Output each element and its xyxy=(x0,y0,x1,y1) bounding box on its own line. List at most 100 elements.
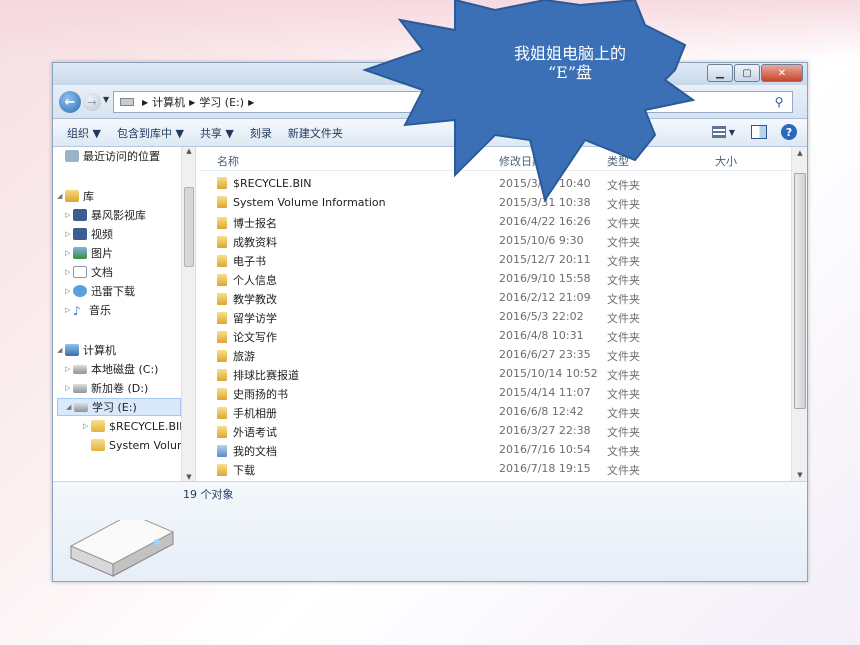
organize-button[interactable]: 组织 ▼ xyxy=(67,125,101,141)
collapse-icon[interactable]: ▷ xyxy=(65,268,73,276)
file-name-text: 我的文档 xyxy=(233,445,277,458)
file-date: 2016/9/10 15:58 xyxy=(499,272,591,285)
new-folder-button[interactable]: 新建文件夹 xyxy=(288,125,343,141)
file-name[interactable]: 成教资料 xyxy=(217,234,277,250)
burn-button[interactable]: 刻录 xyxy=(250,125,272,141)
history-dropdown-icon[interactable]: ▼ xyxy=(103,95,109,104)
file-name[interactable]: 外语考试 xyxy=(217,424,277,440)
file-name[interactable]: 我的文档 xyxy=(217,443,277,459)
file-name[interactable]: 手机相册 xyxy=(217,405,277,421)
music-icon: ♪ xyxy=(73,304,81,318)
file-type: 文件夹 xyxy=(607,312,640,325)
file-name-text: 旅游 xyxy=(233,350,255,363)
include-library-button[interactable]: 包含到库中 ▼ xyxy=(117,125,184,141)
file-name-text: 成教资料 xyxy=(233,236,277,249)
file-scrollbar[interactable]: ▲ ▼ xyxy=(791,147,807,481)
file-date: 2016/3/27 22:38 xyxy=(499,424,591,437)
column-name[interactable]: 名称 xyxy=(217,153,239,169)
file-name[interactable]: 下载 xyxy=(217,462,255,478)
collapse-icon[interactable]: ▷ xyxy=(65,211,73,219)
hard-drive-icon xyxy=(74,402,88,412)
file-row[interactable]: 手机相册 2016/6/8 12:42 文件夹 xyxy=(199,403,791,422)
folder-icon xyxy=(217,274,227,286)
hard-drive-icon xyxy=(73,383,87,393)
scroll-up-icon[interactable]: ▲ xyxy=(184,147,194,155)
folder-icon xyxy=(217,293,227,305)
file-name[interactable]: 留学访学 xyxy=(217,310,277,326)
scroll-down-icon[interactable]: ▼ xyxy=(795,471,805,479)
nav-item-recent[interactable]: 最近访问的位置 xyxy=(65,147,160,165)
file-row[interactable]: 下载 2016/7/18 19:15 文件夹 xyxy=(199,460,791,479)
nav-item-drive-d[interactable]: ▷ 新加卷 (D:) xyxy=(65,379,148,397)
nav-item-videos[interactable]: ▷ 视频 xyxy=(65,225,113,243)
file-row[interactable]: 排球比赛报道 2015/10/14 10:52 文件夹 xyxy=(199,365,791,384)
file-row[interactable]: 论文写作 2016/4/8 10:31 文件夹 xyxy=(199,327,791,346)
share-button[interactable]: 共享 ▼ xyxy=(200,125,234,141)
nav-item-pictures[interactable]: ▷ 图片 xyxy=(65,244,113,262)
breadcrumb-drive[interactable]: 学习 (E:) xyxy=(199,94,244,110)
file-row[interactable]: 留学访学 2016/5/3 22:02 文件夹 xyxy=(199,308,791,327)
file-name[interactable]: 史雨扬的书 xyxy=(217,386,288,402)
collapse-icon[interactable]: ▷ xyxy=(65,230,73,238)
file-row[interactable]: 教学教改 2016/2/12 21:09 文件夹 xyxy=(199,289,791,308)
file-name-text: 个人信息 xyxy=(233,274,277,287)
breadcrumb-computer[interactable]: 计算机 xyxy=(152,94,185,110)
file-name[interactable]: 个人信息 xyxy=(217,272,277,288)
chevron-right-icon[interactable]: ▶ xyxy=(142,98,148,107)
file-name[interactable]: 论文写作 xyxy=(217,329,277,345)
file-name-text: $RECYCLE.BIN xyxy=(233,177,312,190)
nav-item-music[interactable]: ▷ ♪ 音乐 xyxy=(65,301,111,319)
scroll-down-icon[interactable]: ▼ xyxy=(184,473,194,481)
file-row[interactable]: 旅游 2016/6/27 23:35 文件夹 xyxy=(199,346,791,365)
file-date: 2016/2/12 21:09 xyxy=(499,291,591,304)
file-name[interactable]: 博士报名 xyxy=(217,215,277,231)
file-row[interactable]: 电子书 2015/12/7 20:11 文件夹 xyxy=(199,251,791,270)
folder-icon xyxy=(217,255,227,267)
recent-places-icon xyxy=(65,150,79,162)
nav-item-recycle[interactable]: ▷ $RECYCLE.BIN xyxy=(83,417,187,435)
file-name-text: 下载 xyxy=(233,464,255,477)
file-name[interactable]: 电子书 xyxy=(217,253,266,269)
collapse-icon[interactable]: ▷ xyxy=(65,306,73,314)
collapse-icon[interactable]: ▷ xyxy=(65,365,73,373)
chevron-right-icon[interactable]: ▶ xyxy=(189,98,195,107)
nav-item-label: 音乐 xyxy=(89,304,111,317)
file-name-text: 外语考试 xyxy=(233,426,277,439)
expand-icon[interactable]: ◢ xyxy=(57,346,65,354)
forward-arrow-icon[interactable]: → xyxy=(83,93,101,111)
scroll-thumb[interactable] xyxy=(794,173,806,409)
collapse-icon[interactable]: ▷ xyxy=(83,422,91,430)
nav-item-computer[interactable]: ◢ 计算机 xyxy=(57,341,116,359)
scroll-up-icon[interactable]: ▲ xyxy=(795,149,805,157)
nav-item-system-volume[interactable]: System Volum xyxy=(91,436,188,454)
nav-item-thunder[interactable]: ▷ 迅雷下载 xyxy=(65,282,135,300)
scroll-thumb[interactable] xyxy=(184,187,194,267)
nav-item-label: 库 xyxy=(83,190,94,203)
nav-item-drive-e[interactable]: ◢ 学习 (E:) xyxy=(57,398,181,416)
nav-item-drive-c[interactable]: ▷ 本地磁盘 (C:) xyxy=(65,360,158,378)
folder-icon xyxy=(217,407,227,419)
back-arrow-icon[interactable]: ← xyxy=(59,91,81,113)
details-pane: 19 个对象 xyxy=(53,481,807,581)
file-date: 2016/5/3 22:02 xyxy=(499,310,584,323)
file-row[interactable]: 我的文档 2016/7/16 10:54 文件夹 xyxy=(199,441,791,460)
chevron-right-icon[interactable]: ▶ xyxy=(248,98,254,107)
collapse-icon[interactable]: ▷ xyxy=(65,384,73,392)
file-row[interactable]: 个人信息 2016/9/10 15:58 文件夹 xyxy=(199,270,791,289)
collapse-icon[interactable]: ▷ xyxy=(65,249,73,257)
nav-item-label: System Volum xyxy=(109,438,188,452)
expand-icon[interactable]: ◢ xyxy=(57,192,65,200)
nav-scrollbar[interactable]: ▲ ▼ xyxy=(181,147,195,481)
file-row[interactable]: 外语考试 2016/3/27 22:38 文件夹 xyxy=(199,422,791,441)
nav-item-baofeng[interactable]: ▷ 暴风影视库 xyxy=(65,206,146,224)
file-name[interactable]: 旅游 xyxy=(217,348,255,364)
file-name[interactable]: $RECYCLE.BIN xyxy=(217,177,311,190)
file-name[interactable]: 教学教改 xyxy=(217,291,277,307)
nav-item-libraries[interactable]: ◢ 库 xyxy=(57,187,94,205)
expand-icon[interactable]: ◢ xyxy=(66,403,74,411)
file-row[interactable]: 史雨扬的书 2015/4/14 11:07 文件夹 xyxy=(199,384,791,403)
folder-icon xyxy=(217,426,227,438)
collapse-icon[interactable]: ▷ xyxy=(65,287,73,295)
nav-item-documents[interactable]: ▷ 文档 xyxy=(65,263,113,281)
file-name[interactable]: 排球比赛报道 xyxy=(217,367,299,383)
